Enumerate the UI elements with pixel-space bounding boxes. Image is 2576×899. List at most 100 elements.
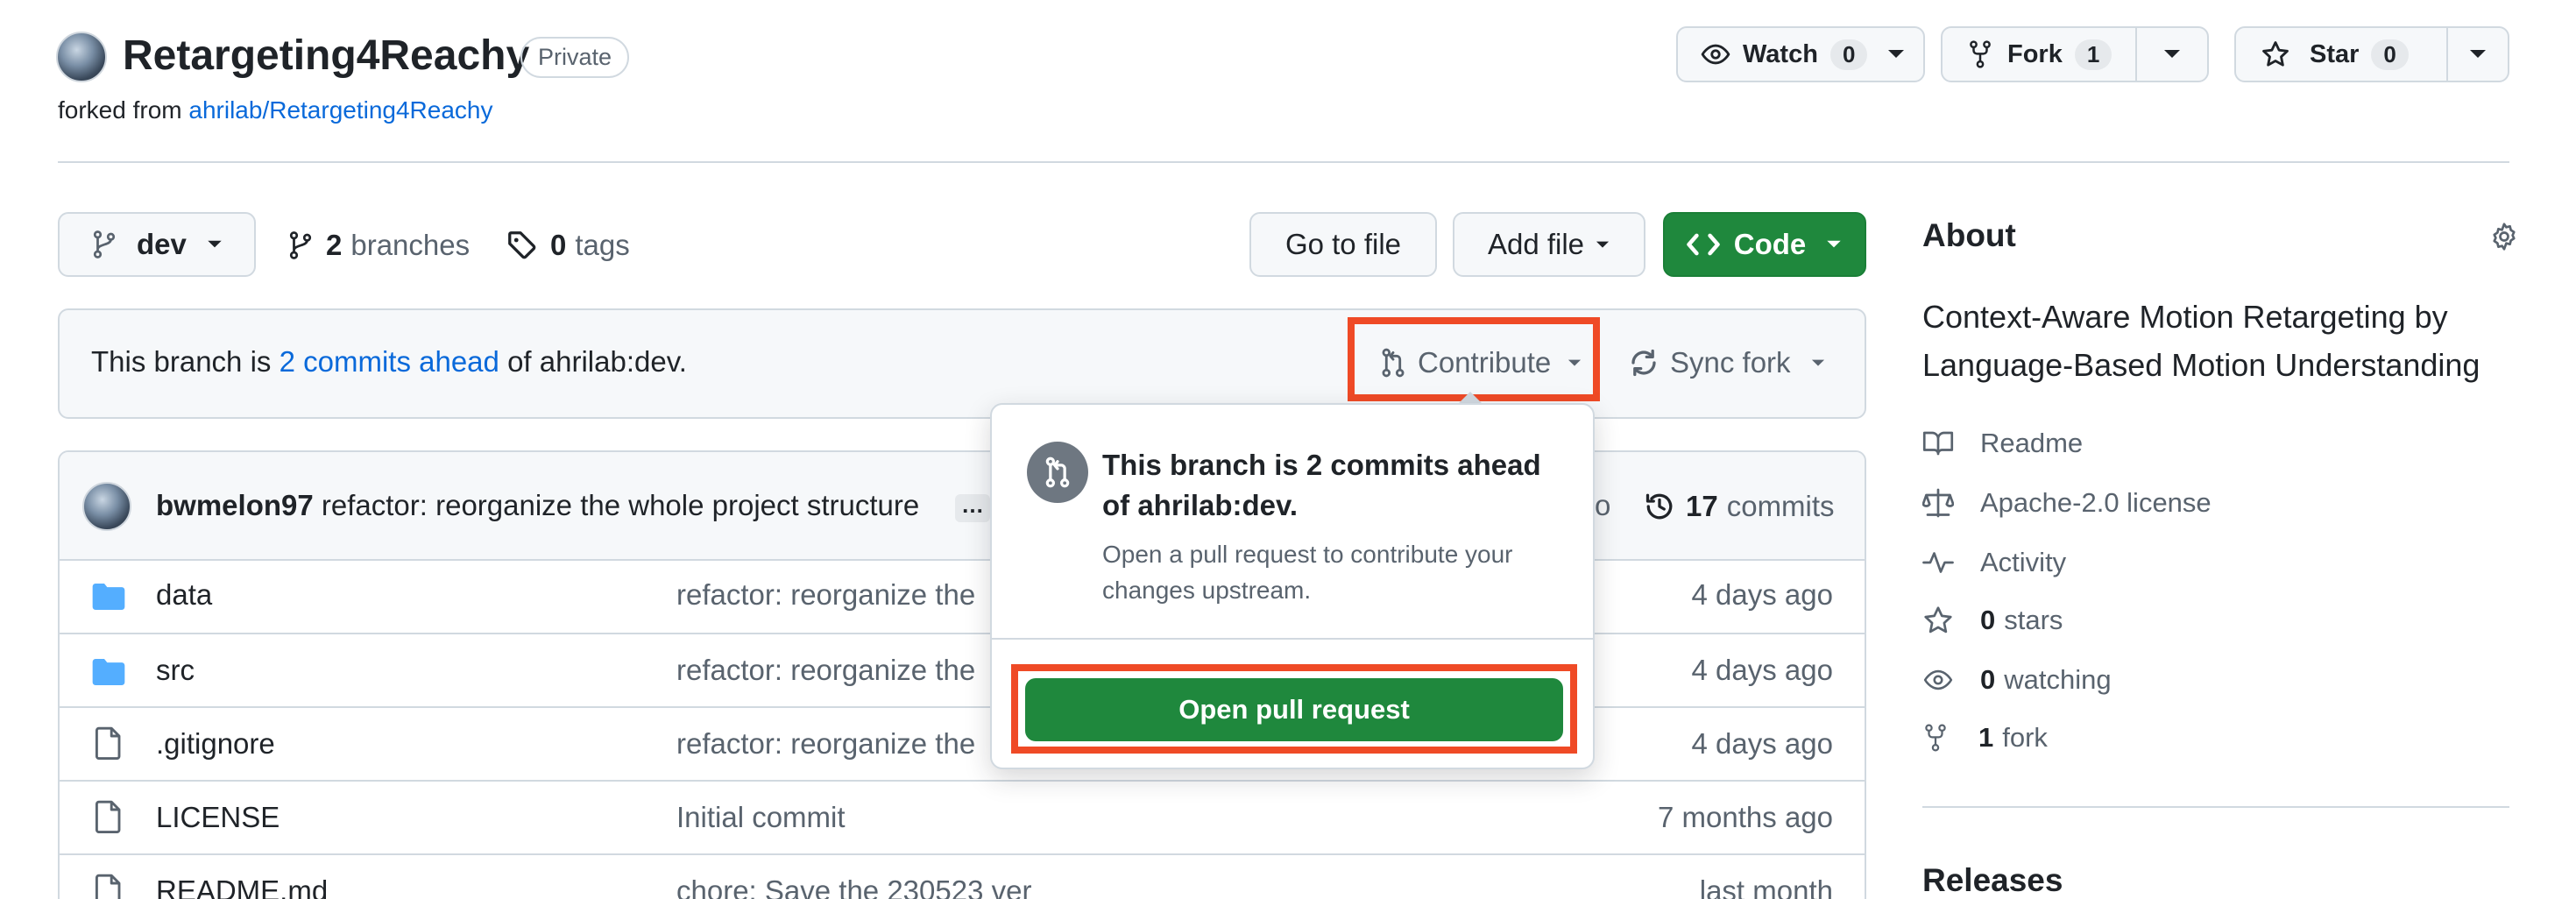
star-button[interactable]: Star 0 — [2236, 28, 2446, 81]
popover-title: This branch is 2 commits ahead of ahrila… — [1102, 449, 1541, 521]
fork-dropdown-button[interactable] — [2137, 28, 2207, 81]
tag-icon — [506, 230, 538, 261]
commits-label: commits — [1726, 490, 1835, 522]
about-heading: About — [1922, 217, 2016, 253]
stars-link[interactable]: 0 stars — [1922, 601, 2063, 640]
activity-label: Activity — [1980, 547, 2067, 577]
chevron-down-icon — [1595, 240, 1610, 250]
code-icon — [1687, 232, 1720, 257]
watch-label: Watch — [1743, 39, 1818, 68]
file-name[interactable]: .gitignore — [156, 727, 275, 761]
popover-description: Open a pull request to contribute your c… — [1102, 541, 1513, 604]
git-branch-icon — [91, 229, 117, 260]
file-icon — [95, 799, 123, 834]
open-pull-request-button[interactable]: Open pull request — [1025, 678, 1563, 741]
forks-label: fork — [2002, 722, 2048, 753]
owner-avatar[interactable] — [56, 32, 107, 82]
forked-from-text: forked from ahrilab/Retargeting4Reachy — [58, 96, 493, 124]
commits-count: 17 — [1686, 490, 1718, 522]
license-label: Apache-2.0 license — [1980, 487, 2212, 518]
file-commit-message[interactable]: refactor: reorganize the — [676, 727, 975, 761]
fork-label: Fork — [2007, 39, 2063, 68]
repo-name[interactable]: Retargeting4Reachy — [123, 32, 529, 80]
star-label: Star — [2310, 39, 2360, 68]
fork-button-group: Fork 1 — [1941, 26, 2209, 82]
header-divider — [58, 161, 2509, 163]
branch-selector[interactable]: dev — [58, 212, 256, 277]
commit-message[interactable]: refactor: reorganize the whole project s… — [322, 489, 919, 521]
contribute-button[interactable]: Contribute — [1379, 343, 1582, 382]
activity-link[interactable]: Activity — [1922, 543, 2066, 582]
popover-divider — [992, 638, 1593, 640]
code-button[interactable]: Code — [1663, 212, 1866, 277]
releases-heading[interactable]: Releases — [1922, 862, 2063, 899]
contribute-popover: This branch is 2 commits ahead of ahrila… — [990, 403, 1595, 769]
tags-link[interactable]: 0 tags — [506, 226, 630, 265]
file-name[interactable]: src — [156, 654, 195, 687]
fork-icon — [1922, 722, 1949, 754]
watch-button[interactable]: Watch 0 — [1678, 28, 1923, 81]
branches-count: 2 — [326, 229, 343, 261]
readme-link[interactable]: Readme — [1922, 424, 2083, 463]
git-pull-request-icon — [1379, 347, 1407, 379]
contribute-label: Contribute — [1418, 346, 1552, 379]
branch-status-text: This branch is 2 commits ahead of ahrila… — [91, 345, 687, 379]
tags-count: 0 — [550, 229, 567, 261]
file-commit-message[interactable]: Initial commit — [676, 801, 846, 834]
commit-author[interactable]: bwmelon97 — [156, 489, 314, 521]
gear-icon[interactable] — [2488, 221, 2520, 252]
eye-icon — [1922, 665, 1954, 695]
file-name[interactable]: LICENSE — [156, 801, 280, 834]
table-row[interactable]: README.md chore: Save the 230523 ver las… — [60, 855, 1865, 899]
git-branch-icon — [287, 230, 314, 261]
forks-link[interactable]: 1 fork — [1922, 718, 2048, 757]
file-commit-date: 4 days ago — [1691, 727, 1833, 760]
stars-label: stars — [2004, 605, 2063, 635]
code-label: Code — [1733, 228, 1807, 260]
fork-count: 1 — [2074, 39, 2112, 70]
chevron-down-icon — [1810, 358, 1826, 368]
file-commit-message[interactable]: refactor: reorganize the — [676, 654, 975, 687]
branch-name: dev — [137, 228, 187, 260]
add-file-label: Add file — [1487, 228, 1585, 260]
file-commit-date: last month — [1699, 874, 1833, 899]
go-to-file-button[interactable]: Go to file — [1249, 212, 1437, 277]
star-button-group: Star 0 — [2234, 26, 2509, 82]
chevron-down-icon — [1825, 239, 1843, 250]
star-dropdown-button[interactable] — [2448, 28, 2508, 81]
commits-history-link[interactable]: 17 commits — [1644, 487, 1835, 526]
law-icon — [1922, 488, 1954, 518]
commit-author-avatar[interactable] — [82, 482, 131, 531]
branch-status-prefix: This branch is — [91, 345, 272, 378]
file-commit-date: 7 months ago — [1658, 801, 1833, 833]
forked-prefix: forked from — [58, 96, 182, 124]
chevron-down-icon[interactable] — [1886, 48, 1906, 60]
license-link[interactable]: Apache-2.0 license — [1922, 484, 2212, 522]
table-row[interactable]: LICENSE Initial commit 7 months ago — [60, 782, 1865, 855]
sync-fork-button[interactable]: Sync fork — [1628, 343, 1826, 382]
repo-description: Context-Aware Motion Retargeting by Lang… — [1922, 299, 2480, 383]
popover-caret — [1458, 392, 1483, 404]
sync-fork-label: Sync fork — [1670, 346, 1791, 379]
file-commit-message[interactable]: refactor: reorganize the — [676, 578, 975, 612]
forks-count: 1 — [1978, 722, 1994, 753]
file-name[interactable]: data — [156, 578, 212, 612]
forked-source-link[interactable]: ahrilab/Retargeting4Reachy — [188, 96, 492, 124]
add-file-button[interactable]: Add file — [1453, 212, 1645, 277]
star-icon — [2261, 39, 2290, 69]
watching-link[interactable]: 0 watching — [1922, 661, 2112, 699]
file-name[interactable]: README.md — [156, 874, 328, 899]
folder-icon — [91, 582, 126, 612]
sidebar-divider — [1922, 806, 2509, 808]
watching-label: watching — [2004, 664, 2112, 695]
commit-expand-button[interactable]: … — [955, 493, 990, 522]
commit-meta-truncated: o — [1595, 489, 1611, 521]
folder-icon — [91, 657, 126, 687]
file-icon — [95, 726, 123, 761]
commits-ahead-link[interactable]: 2 commits ahead — [280, 345, 499, 378]
watch-button-group: Watch 0 — [1676, 26, 1925, 82]
fork-button[interactable]: Fork 1 — [1943, 28, 2135, 81]
git-pull-request-icon — [1027, 442, 1088, 503]
file-commit-message[interactable]: chore: Save the 230523 ver — [676, 874, 1031, 899]
branches-link[interactable]: 2 branches — [287, 226, 470, 265]
